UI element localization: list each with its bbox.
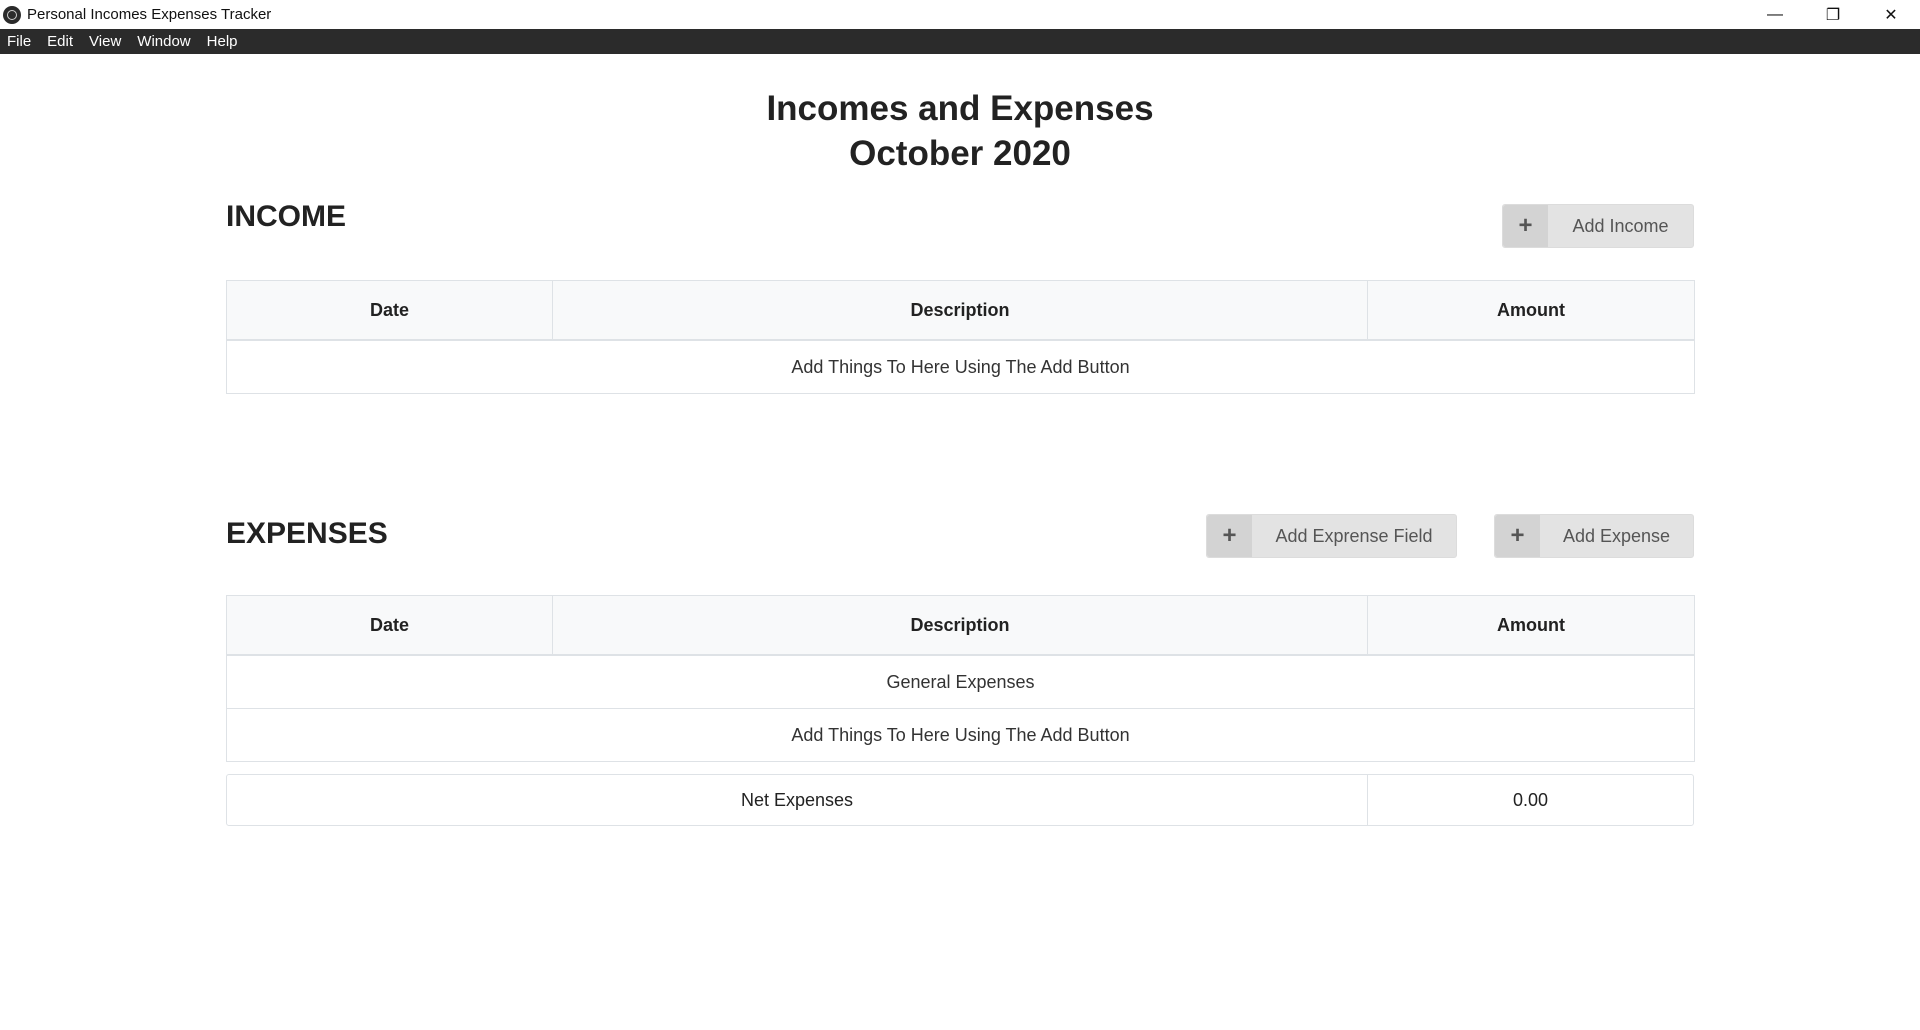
table-row: Add Things To Here Using The Add Button	[226, 339, 1695, 394]
add-expense-button[interactable]: + Add Expense	[1494, 514, 1694, 558]
expenses-col-description: Description	[552, 595, 1368, 656]
expenses-col-amount: Amount	[1367, 595, 1695, 656]
add-expense-field-button[interactable]: + Add Exprense Field	[1206, 514, 1457, 558]
app-icon	[3, 5, 21, 24]
income-table-header: Date Description Amount	[226, 280, 1695, 341]
add-income-label: Add Income	[1572, 215, 1669, 236]
page-title: Incomes and Expenses	[766, 89, 1154, 128]
table-row: Add Things To Here Using The Add Button	[226, 708, 1695, 762]
plus-icon: +	[1503, 205, 1548, 247]
page-subtitle-month: October 2020	[849, 134, 1071, 173]
close-icon[interactable]: ✕	[1862, 0, 1920, 29]
net-expenses-value: 0.00	[1512, 789, 1549, 810]
income-col-description: Description	[552, 280, 1368, 341]
net-expenses-row: Net Expenses 0.00	[226, 774, 1694, 826]
add-income-button[interactable]: + Add Income	[1502, 204, 1694, 248]
window-controls: — ❐ ✕	[1746, 0, 1920, 29]
menu-view[interactable]: View	[81, 29, 129, 54]
minimize-icon[interactable]: —	[1746, 0, 1804, 29]
plus-icon: +	[1495, 515, 1540, 557]
title-bar: Personal Incomes Expenses Tracker — ❐ ✕	[0, 0, 1920, 29]
income-heading: INCOME	[226, 200, 346, 233]
restore-icon[interactable]: ❐	[1804, 0, 1862, 29]
income-empty-message: Add Things To Here Using The Add Button	[226, 339, 1695, 394]
expenses-col-date: Date	[226, 595, 553, 656]
table-row: General Expenses	[226, 654, 1695, 709]
expense-group-label: General Expenses	[226, 654, 1695, 709]
net-expenses-label: Net Expenses	[227, 775, 1368, 825]
plus-icon: +	[1207, 515, 1252, 557]
main-content: Incomes and Expenses October 2020 INCOME…	[0, 54, 1920, 1030]
expenses-empty-message: Add Things To Here Using The Add Button	[226, 708, 1695, 762]
expenses-heading: EXPENSES	[226, 517, 388, 550]
add-expense-label: Add Expense	[1562, 525, 1671, 546]
income-table: Date Description Amount Add Things To He…	[226, 280, 1695, 394]
menu-edit[interactable]: Edit	[39, 29, 81, 54]
menu-bar: File Edit View Window Help	[0, 29, 1920, 54]
income-col-amount: Amount	[1367, 280, 1695, 341]
menu-window[interactable]: Window	[129, 29, 198, 54]
expenses-table: Date Description Amount General Expenses…	[226, 595, 1695, 762]
menu-file[interactable]: File	[0, 29, 39, 54]
menu-help[interactable]: Help	[199, 29, 246, 54]
window-title: Personal Incomes Expenses Tracker	[27, 6, 272, 23]
income-col-date: Date	[226, 280, 553, 341]
add-expense-field-label: Add Exprense Field	[1275, 525, 1433, 546]
expenses-table-header: Date Description Amount	[226, 595, 1695, 656]
